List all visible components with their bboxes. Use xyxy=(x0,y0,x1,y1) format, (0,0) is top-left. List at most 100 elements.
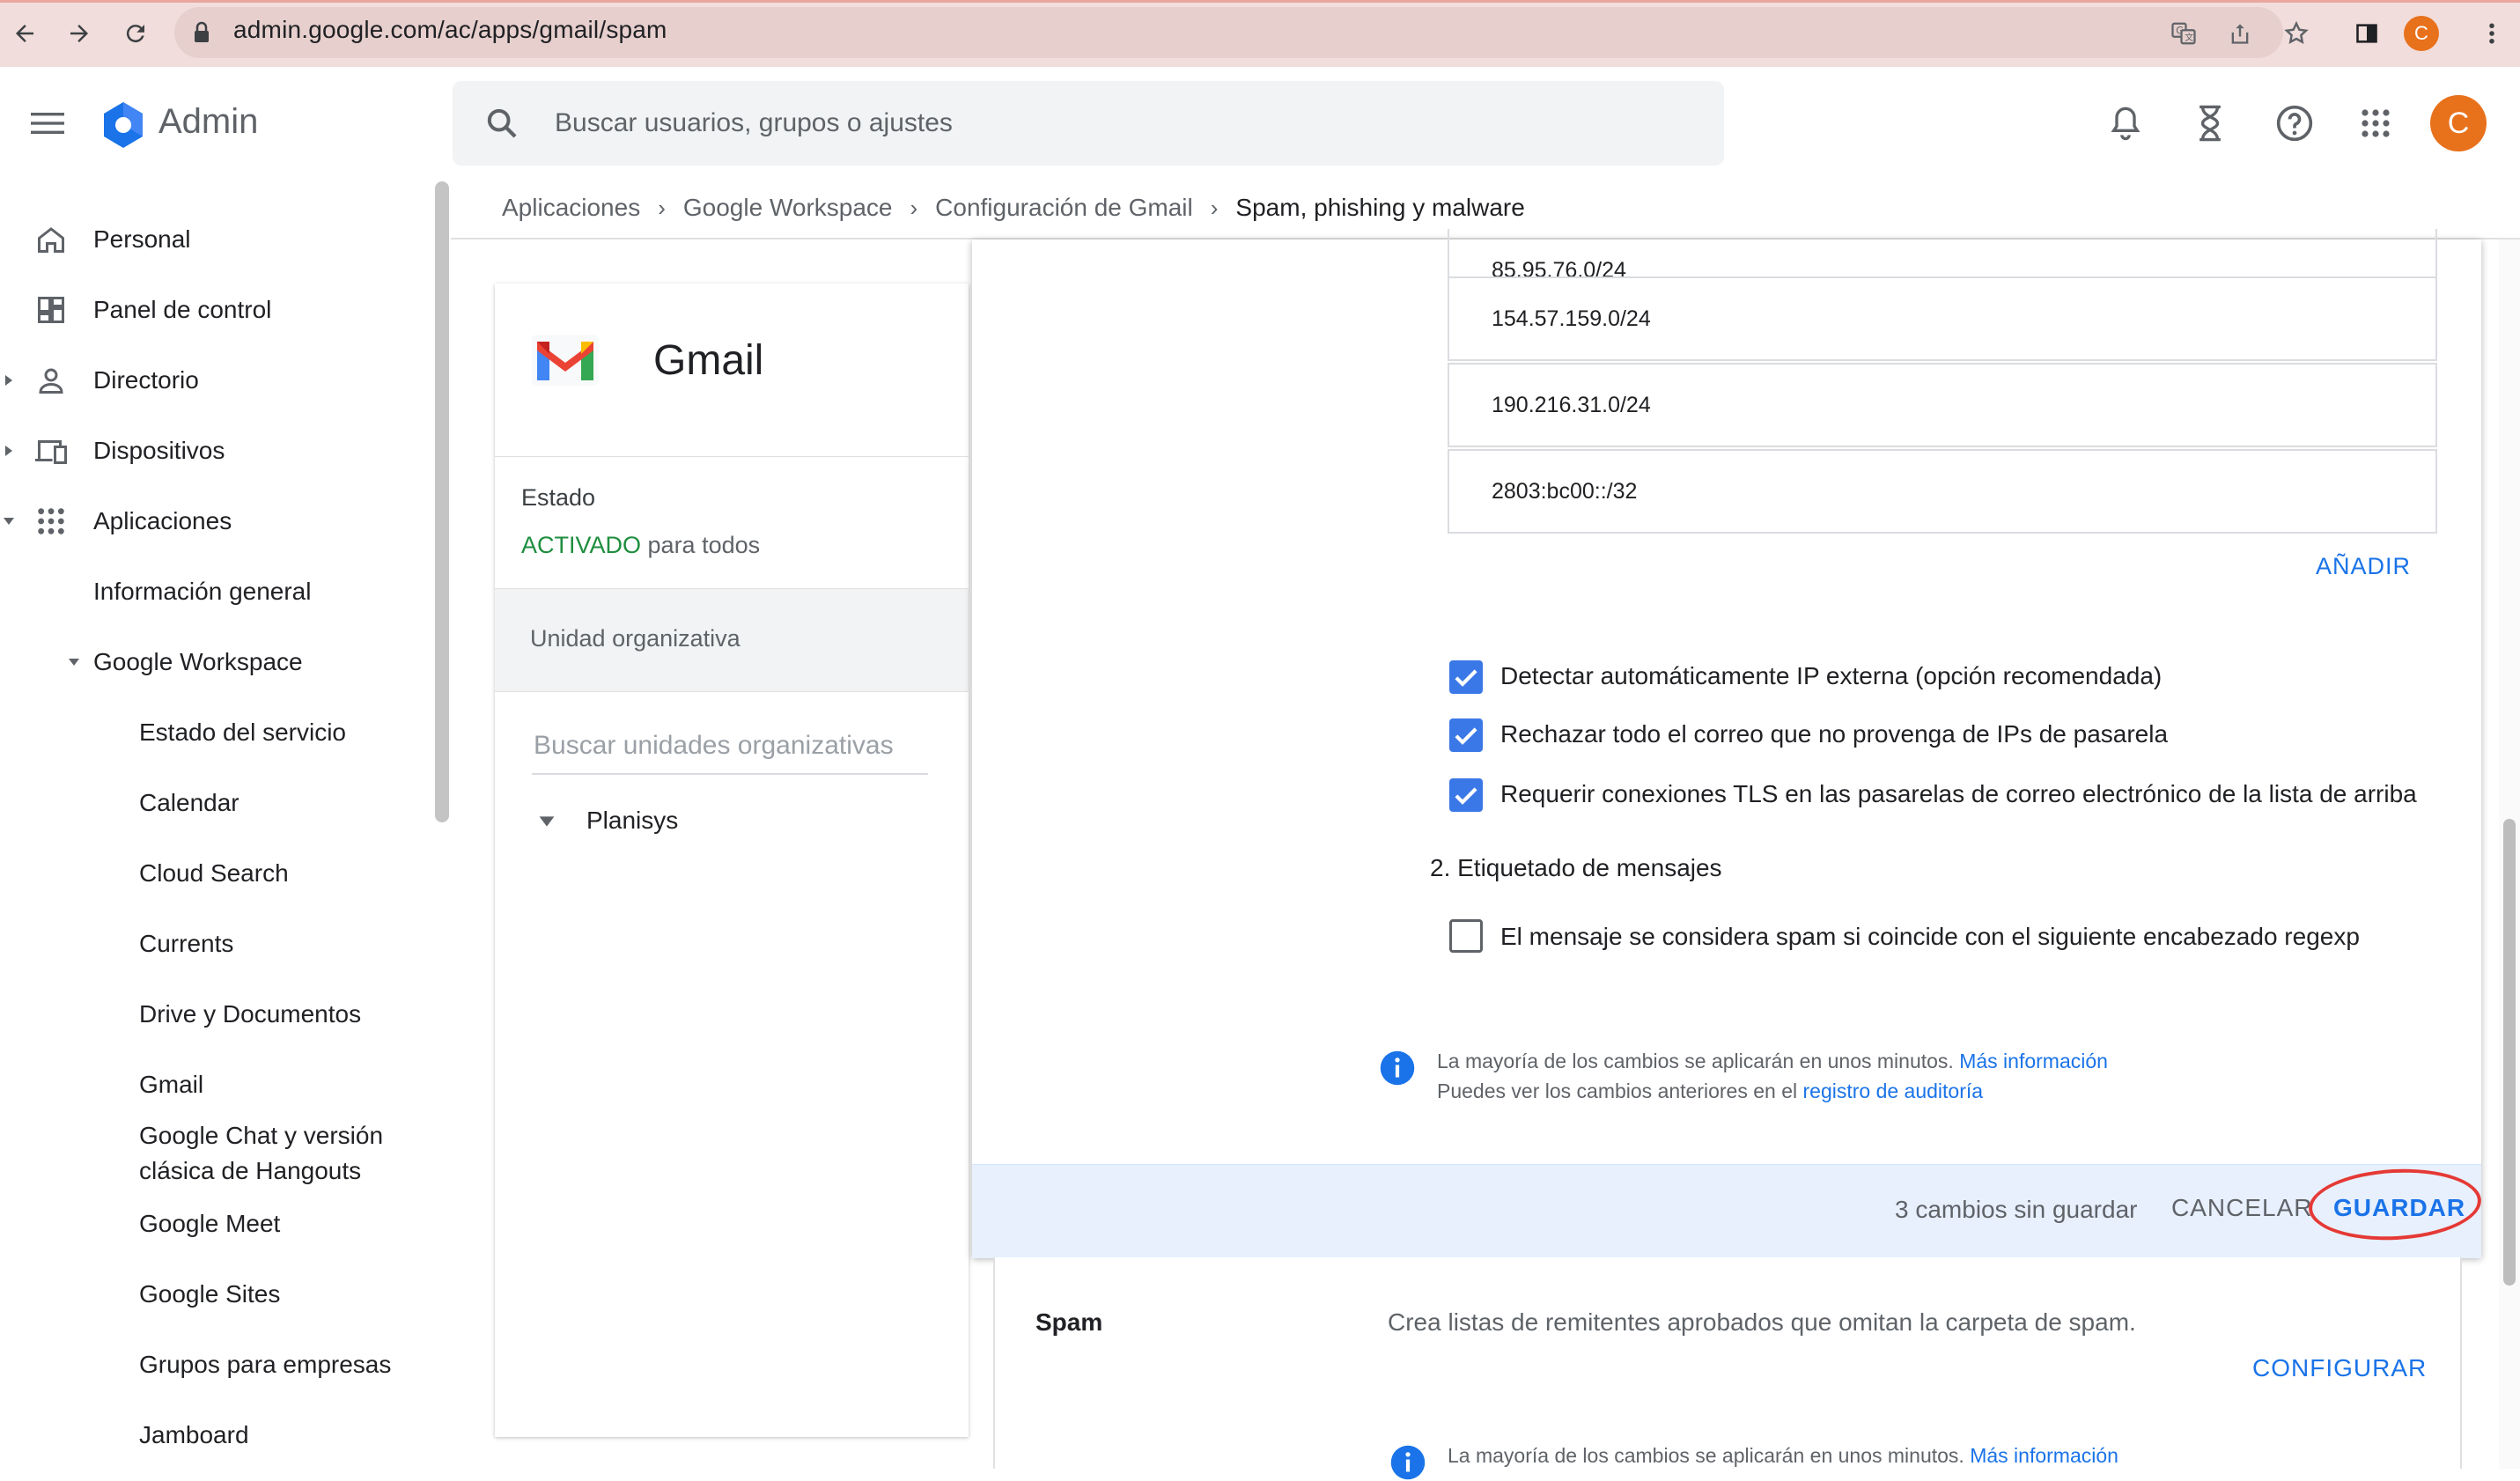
lock-icon[interactable] xyxy=(192,21,211,44)
caret-down-icon[interactable] xyxy=(537,815,556,828)
ip-list-row[interactable]: 85.95.76.0/24 xyxy=(1448,229,2437,278)
sidebar-item-label: Grupos para empresas xyxy=(139,1351,392,1378)
sidebar-item-devices[interactable]: Dispositivos xyxy=(0,424,431,477)
sidebar-item-google-workspace[interactable]: Google Workspace xyxy=(0,636,431,689)
account-avatar[interactable]: C xyxy=(2430,95,2487,151)
caret-down-icon[interactable] xyxy=(2,514,16,528)
sidebar-item-label: Google Workspace xyxy=(93,648,303,675)
checkbox-label: Requerir conexiones TLS en las pasarelas… xyxy=(1500,780,2417,807)
app-title[interactable]: Admin xyxy=(158,102,258,142)
sidebar-item-label: Aplicaciones xyxy=(93,507,232,534)
url-text[interactable]: admin.google.com/ac/apps/gmail/spam xyxy=(233,16,667,44)
sidebar-scrollbar[interactable] xyxy=(435,181,449,822)
learn-more-link[interactable]: Más información xyxy=(1970,1444,2118,1467)
checkbox-label: El mensaje se considera spam si coincide… xyxy=(1500,923,2360,950)
sidebar-item-label: Directorio xyxy=(93,366,199,394)
sidebar-item-label: Google Chat y versión xyxy=(139,1122,384,1149)
caret-right-icon[interactable] xyxy=(2,373,16,387)
sidebar-item-currents[interactable]: Currents xyxy=(0,917,431,970)
chevron-right-icon: › xyxy=(1210,194,1219,221)
input-underline xyxy=(532,773,928,775)
sidebar-item-calendar[interactable]: Calendar xyxy=(0,777,431,829)
sidebar-item-jamboard[interactable]: Jamboard xyxy=(0,1409,431,1462)
configure-button[interactable]: CONFIGURAR xyxy=(2252,1354,2427,1382)
sidebar-item-overview[interactable]: Información general xyxy=(0,565,431,618)
sidebar-item-google-sites[interactable]: Google Sites xyxy=(0,1268,431,1321)
profile-avatar[interactable]: C xyxy=(2404,16,2439,51)
ou-tree-node[interactable]: Planisys xyxy=(586,807,678,835)
side-panel-icon[interactable] xyxy=(2347,14,2386,53)
regexp-spam-checkbox[interactable] xyxy=(1449,919,1483,953)
require-tls-checkbox[interactable] xyxy=(1449,778,1483,812)
more-vert-icon[interactable] xyxy=(2472,14,2511,53)
search-icon[interactable] xyxy=(484,106,519,141)
sidebar-item-label: Google Meet xyxy=(139,1210,281,1237)
sidebar-item-dashboard[interactable]: Panel de control xyxy=(0,284,431,336)
sidebar-item-google-meet[interactable]: Google Meet xyxy=(0,1197,431,1250)
bookmark-star-icon[interactable] xyxy=(2277,14,2316,53)
caret-down-icon[interactable] xyxy=(67,655,81,669)
sidebar-item-apps[interactable]: Aplicaciones xyxy=(0,495,431,548)
apps-grid-icon xyxy=(33,504,69,539)
section-title: 2. Etiquetado de mensajes xyxy=(1430,854,1722,881)
admin-logo-icon[interactable] xyxy=(97,99,150,151)
ip-list-row[interactable]: 154.57.159.0/24 xyxy=(1448,276,2437,361)
add-button[interactable]: AÑADIR xyxy=(2316,553,2411,580)
sidebar-item-cloud-search[interactable]: Cloud Search xyxy=(0,847,431,900)
forward-arrow-icon[interactable] xyxy=(58,12,100,55)
reject-non-gateway-checkbox[interactable] xyxy=(1449,718,1483,752)
help-icon[interactable] xyxy=(2268,97,2321,150)
translate-icon[interactable]: G文 xyxy=(2164,14,2203,53)
chevron-right-icon: › xyxy=(910,194,918,221)
sidebar-item-label: Dispositivos xyxy=(93,437,225,464)
svg-text:文: 文 xyxy=(2185,32,2193,43)
sidebar-item-label: Personal xyxy=(93,225,191,253)
ip-address: 85.95.76.0/24 xyxy=(1492,258,1626,278)
reload-icon[interactable] xyxy=(114,12,157,55)
info-icon xyxy=(1389,1444,1426,1481)
breadcrumb-link[interactable]: Configuración de Gmail xyxy=(935,194,1193,222)
sidebar-item-label: Google Sites xyxy=(139,1280,281,1308)
checkbox-label: Detectar automáticamente IP externa (opc… xyxy=(1500,662,2163,689)
sidebar: Personal Panel de control Directorio Dis… xyxy=(0,181,440,1469)
sidebar-item-gmail[interactable]: Gmail xyxy=(0,1058,431,1111)
learn-more-link[interactable]: Más información xyxy=(1959,1050,2108,1072)
status-value[interactable]: ACTIVADO para todos xyxy=(521,532,760,559)
auto-detect-ip-checkbox[interactable] xyxy=(1449,660,1483,694)
menu-icon[interactable] xyxy=(21,97,74,150)
sidebar-item-groups[interactable]: Grupos para empresas xyxy=(0,1338,431,1391)
info-message: La mayoría de los cambios se aplicarán e… xyxy=(1437,1050,1954,1072)
share-icon[interactable] xyxy=(2221,14,2259,53)
ip-list-row[interactable]: 190.216.31.0/24 xyxy=(1448,363,2437,447)
ou-label: Unidad organizativa xyxy=(530,625,741,652)
search-input[interactable]: Buscar usuarios, grupos o ajustes xyxy=(555,108,953,138)
sidebar-item-service-status[interactable]: Estado del servicio xyxy=(0,706,431,759)
audit-log-link[interactable]: registro de auditoría xyxy=(1803,1079,1984,1102)
main-scrollbar-thumb[interactable] xyxy=(2503,819,2516,1286)
gmail-logo-icon xyxy=(532,329,599,386)
tasks-hourglass-icon[interactable] xyxy=(2184,97,2236,150)
apps-launcher-icon[interactable] xyxy=(2349,97,2402,150)
sidebar-item-label: Estado del servicio xyxy=(139,718,347,746)
back-arrow-icon[interactable] xyxy=(4,12,46,55)
caret-right-icon[interactable] xyxy=(2,444,16,458)
devices-icon xyxy=(33,433,69,468)
status-label: Estado xyxy=(521,484,596,511)
breadcrumb-current: Spam, phishing y malware xyxy=(1235,194,1525,221)
sidebar-item-label: Gmail xyxy=(139,1071,204,1098)
cancel-button[interactable]: CANCELAR xyxy=(2171,1194,2312,1222)
home-icon xyxy=(33,222,69,257)
info-message: La mayoría de los cambios se aplicarán e… xyxy=(1448,1444,1964,1467)
breadcrumb-link[interactable]: Aplicaciones xyxy=(502,194,640,222)
sidebar-item-drive[interactable]: Drive y Documentos xyxy=(0,988,431,1041)
dashboard-icon xyxy=(33,292,69,328)
sidebar-item-directory[interactable]: Directorio xyxy=(0,354,431,407)
ip-list-row[interactable]: 2803:bc00::/32 xyxy=(1448,449,2437,534)
ou-search-input[interactable]: Buscar unidades organizativas xyxy=(534,731,894,761)
breadcrumb-link[interactable]: Google Workspace xyxy=(683,194,893,222)
ip-address: 154.57.159.0/24 xyxy=(1492,306,1651,331)
sidebar-item-google-chat[interactable]: Google Chat y versión clásica de Hangout… xyxy=(0,1118,431,1203)
notifications-bell-icon[interactable] xyxy=(2099,97,2152,150)
person-icon xyxy=(33,363,69,398)
sidebar-item-personal[interactable]: Personal xyxy=(0,213,431,266)
